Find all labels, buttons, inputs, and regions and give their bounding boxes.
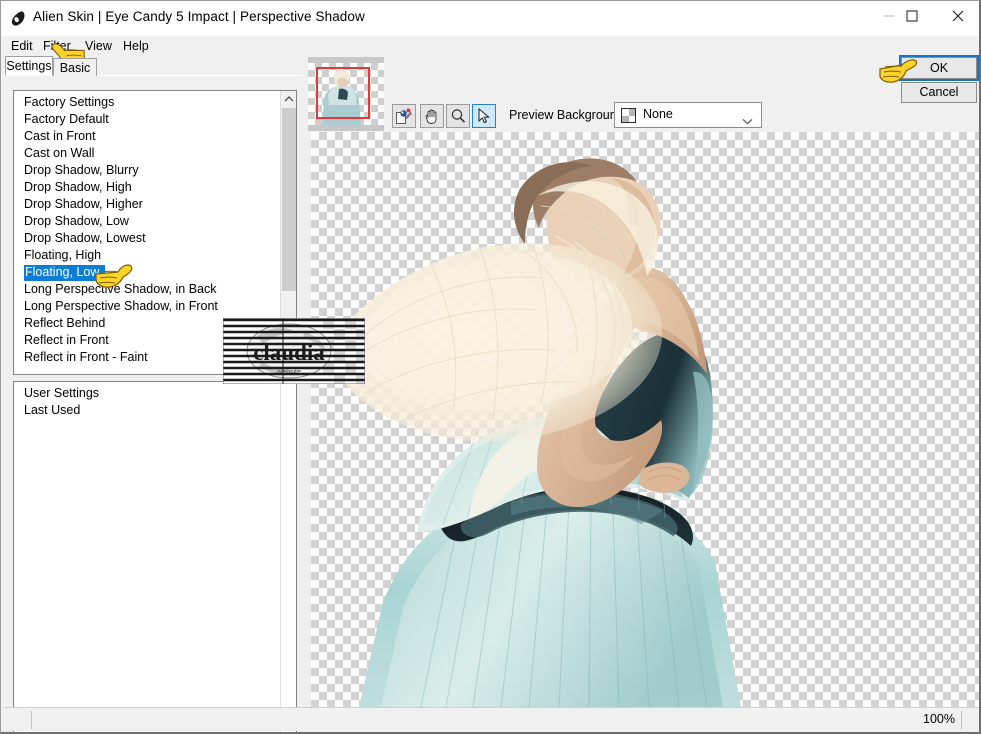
menu-item-view[interactable]: View xyxy=(81,38,116,54)
preview-background-select[interactable]: None xyxy=(614,102,762,128)
preview-image xyxy=(334,158,741,707)
user-preset-list-items: User Settings Last Used xyxy=(14,385,280,419)
navigator-thumbnail[interactable] xyxy=(308,57,384,131)
preset-list-item-row[interactable]: Drop Shadow, Higher xyxy=(14,196,280,213)
preset-list-item-row[interactable]: Drop Shadow, Lowest xyxy=(14,230,280,247)
preset-list-item-row[interactable]: Factory Settings xyxy=(14,94,280,111)
watermark: claudia website xyxy=(223,318,365,384)
status-divider-right xyxy=(961,711,962,729)
color-palette-icon[interactable] xyxy=(392,104,416,128)
title-bar: Alien Skin | Eye Candy 5 Impact | Perspe… xyxy=(1,1,979,36)
chevron-down-icon[interactable] xyxy=(742,112,753,130)
tab-strip: Settings Basic xyxy=(1,56,301,76)
close-button[interactable] xyxy=(935,1,979,31)
preset-list-item-row-selected[interactable]: Floating, Low xyxy=(24,265,106,281)
menu-item-edit[interactable]: Edit xyxy=(7,38,37,54)
user-preset-list-item-row[interactable]: User Settings xyxy=(14,385,280,402)
ok-button[interactable]: OK xyxy=(899,55,979,81)
status-divider-left xyxy=(31,711,32,729)
preview-background-value: None xyxy=(643,107,673,121)
window-title: Alien Skin | Eye Candy 5 Impact | Perspe… xyxy=(33,9,365,24)
preset-list-item-row[interactable]: Floating, Low xyxy=(14,264,280,281)
menu-bar: Edit Filter View Help xyxy=(1,36,979,56)
preset-list-item-row[interactable]: Floating, High xyxy=(14,247,280,264)
application-window: Alien Skin | Eye Candy 5 Impact | Perspe… xyxy=(0,0,981,734)
zoom-level: 100% xyxy=(923,712,955,726)
tab-settings[interactable]: Settings xyxy=(5,56,53,76)
scrollbar-thumb[interactable] xyxy=(282,108,296,291)
tab-basic[interactable]: Basic xyxy=(53,58,97,76)
menu-item-filter[interactable]: Filter xyxy=(39,38,75,54)
magnifier-icon[interactable] xyxy=(446,104,470,128)
maximize-button[interactable] xyxy=(889,1,935,31)
preset-list-item-row[interactable]: Cast in Front xyxy=(14,128,280,145)
preset-list-item-row[interactable]: Drop Shadow, Blurry xyxy=(14,162,280,179)
status-bar: 100% xyxy=(3,707,979,731)
preset-list-item-row[interactable]: Long Perspective Shadow, in Front xyxy=(14,298,280,315)
arrow-pointer-icon[interactable] xyxy=(472,104,496,128)
user-preset-list-item-row[interactable]: Last Used xyxy=(14,402,280,419)
transparency-checker-swatch xyxy=(621,108,636,123)
preset-list-item-row[interactable]: Long Perspective Shadow, in Back xyxy=(14,281,280,298)
alien-skin-logo-icon xyxy=(10,10,27,27)
settings-panel: Factory Settings Factory Default Cast in F… xyxy=(3,75,303,732)
cancel-button[interactable]: Cancel xyxy=(901,82,977,103)
preset-list-item-row[interactable]: Drop Shadow, High xyxy=(14,179,280,196)
preset-list-item-row[interactable]: Factory Default xyxy=(14,111,280,128)
navigator-viewport-rect[interactable] xyxy=(316,67,370,119)
preview-background-label: Preview Background: xyxy=(509,108,628,122)
hand-icon[interactable] xyxy=(420,104,444,128)
preview-canvas[interactable] xyxy=(311,132,979,707)
menu-item-help[interactable]: Help xyxy=(119,38,153,54)
preset-list-item-row[interactable]: Cast on Wall xyxy=(14,145,280,162)
user-preset-list-scrollbar[interactable] xyxy=(280,382,296,732)
chevron-up-icon[interactable] xyxy=(281,91,296,107)
preview-toolbar: Preview Background: None xyxy=(304,57,979,131)
user-preset-list[interactable]: User Settings Last Used xyxy=(13,381,297,732)
preset-list-item-row[interactable]: Drop Shadow, Low xyxy=(14,213,280,230)
